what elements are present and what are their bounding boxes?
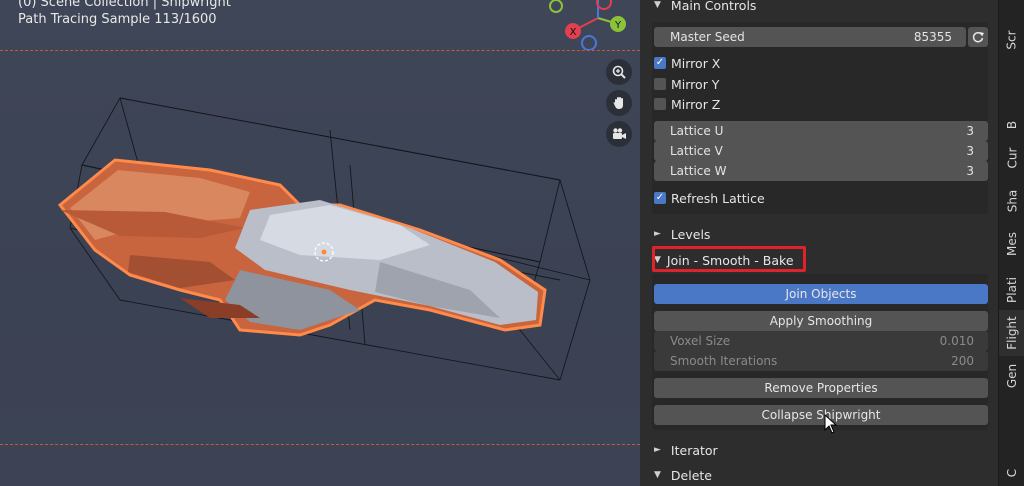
tab-label: C	[1004, 468, 1019, 478]
voxel-size-label: Voxel Size	[670, 334, 731, 348]
main-controls-title: Main Controls	[670, 0, 757, 13]
tab-flight[interactable]: Flight	[999, 310, 1024, 356]
tab-gen[interactable]: Gen	[999, 358, 1024, 394]
lattice-v-label: Lattice V	[670, 144, 723, 158]
smooth-iterations-field[interactable]: Smooth Iterations 200	[654, 351, 988, 371]
apply-smoothing-button[interactable]: Apply Smoothing	[654, 311, 988, 331]
tab-scr[interactable]: Scr	[999, 14, 1024, 66]
tab-label: Gen	[1004, 363, 1019, 389]
lattice-w-field[interactable]: Lattice W 3	[654, 161, 988, 181]
tab-cur[interactable]: Cur	[999, 140, 1024, 176]
lattice-u-field[interactable]: Lattice U 3	[654, 121, 988, 141]
checkbox-checked-icon	[654, 192, 666, 204]
main-controls-header[interactable]: ▼ Main Controls	[654, 0, 756, 16]
smooth-iterations-value: 200	[951, 354, 974, 368]
checkbox-checked-icon	[654, 57, 666, 69]
tab-label: Plati	[1005, 277, 1019, 303]
mirror-y-label: Mirror Y	[671, 76, 720, 92]
tab-mes[interactable]: Mes	[999, 226, 1024, 262]
expand-triangle-icon: ►	[654, 445, 661, 455]
collapse-shipwright-button[interactable]: Collapse Shipwright	[654, 405, 988, 425]
mirror-y-checkbox[interactable]: Mirror Y	[654, 75, 719, 93]
lattice-v-field[interactable]: Lattice V 3	[654, 141, 988, 161]
mirror-z-checkbox[interactable]: Mirror Z	[654, 95, 720, 113]
voxel-size-field[interactable]: Voxel Size 0.010	[654, 331, 988, 351]
expand-triangle-icon: ►	[654, 229, 661, 239]
tab-label: Cur	[1004, 147, 1019, 169]
3d-viewport[interactable]: (0) Scene Collection | Shipwright Path T…	[0, 0, 640, 486]
tab-label: Flight	[1005, 316, 1019, 350]
highlight-box	[652, 246, 806, 272]
tab-c[interactable]: C	[999, 462, 1024, 484]
gizmo-x-label: X	[570, 27, 577, 38]
lattice-w-label: Lattice W	[670, 164, 727, 178]
gizmo-y-label: Y	[614, 20, 622, 31]
main-controls-body	[652, 22, 988, 214]
gizmo-neg-z-axis[interactable]	[581, 35, 597, 50]
levels-title: Levels	[670, 226, 711, 242]
randomize-seed-button[interactable]	[968, 27, 988, 47]
mirror-x-label: Mirror X	[671, 55, 721, 71]
tab-label: Sha	[1004, 189, 1019, 213]
lattice-u-label: Lattice U	[670, 124, 724, 138]
collapse-triangle-icon: ▼	[654, 0, 661, 10]
master-seed-field[interactable]: Master Seed 85355	[654, 27, 966, 47]
delete-title: Delete	[670, 467, 712, 483]
checkbox-unchecked-icon	[654, 98, 666, 110]
mouse-cursor-icon	[824, 414, 838, 434]
refresh-lattice-checkbox[interactable]: Refresh Lattice	[654, 189, 765, 207]
iterator-title: Iterator	[670, 442, 718, 458]
lattice-u-value: 3	[966, 124, 974, 138]
mirror-x-checkbox[interactable]: Mirror X	[654, 54, 720, 72]
tab-b[interactable]: B	[999, 112, 1024, 138]
camera-icon[interactable]	[606, 121, 632, 147]
voxel-size-value: 0.010	[939, 334, 974, 348]
gizmo-neg-y-axis[interactable]	[549, 0, 563, 13]
refresh-icon	[972, 31, 984, 43]
join-objects-button[interactable]: Join Objects	[654, 284, 988, 304]
tab-label: B	[1004, 120, 1019, 130]
levels-header[interactable]: ► Levels	[654, 223, 710, 245]
mirror-z-label: Mirror Z	[671, 96, 721, 112]
delete-header[interactable]: ▼ Delete	[654, 464, 712, 486]
checkbox-unchecked-icon	[654, 78, 666, 90]
remove-properties-button[interactable]: Remove Properties	[654, 378, 988, 398]
hand-icon[interactable]	[606, 90, 632, 116]
iterator-header[interactable]: ► Iterator	[654, 439, 718, 461]
collapse-triangle-icon: ▼	[654, 470, 661, 480]
lattice-v-value: 3	[966, 144, 974, 158]
sidebar-tabs: Scr B Cur Sha Mes Plati Flight Gen C	[998, 0, 1024, 486]
master-seed-label: Master Seed	[670, 30, 745, 44]
ship-model[interactable]	[0, 0, 640, 486]
master-seed-value: 85355	[913, 30, 952, 44]
tab-label: Mes	[1005, 232, 1019, 256]
lattice-w-value: 3	[966, 164, 974, 178]
tab-plati[interactable]: Plati	[999, 270, 1024, 310]
zoom-icon[interactable]	[606, 59, 632, 85]
tab-label: Scr	[1005, 30, 1019, 50]
refresh-lattice-label: Refresh Lattice	[671, 190, 765, 206]
gizmo-neg-x-axis[interactable]	[596, 0, 612, 10]
tab-sha[interactable]: Sha	[999, 183, 1024, 219]
navigation-gizmo[interactable]: X Y	[548, 0, 632, 50]
smooth-iterations-label: Smooth Iterations	[670, 354, 778, 368]
